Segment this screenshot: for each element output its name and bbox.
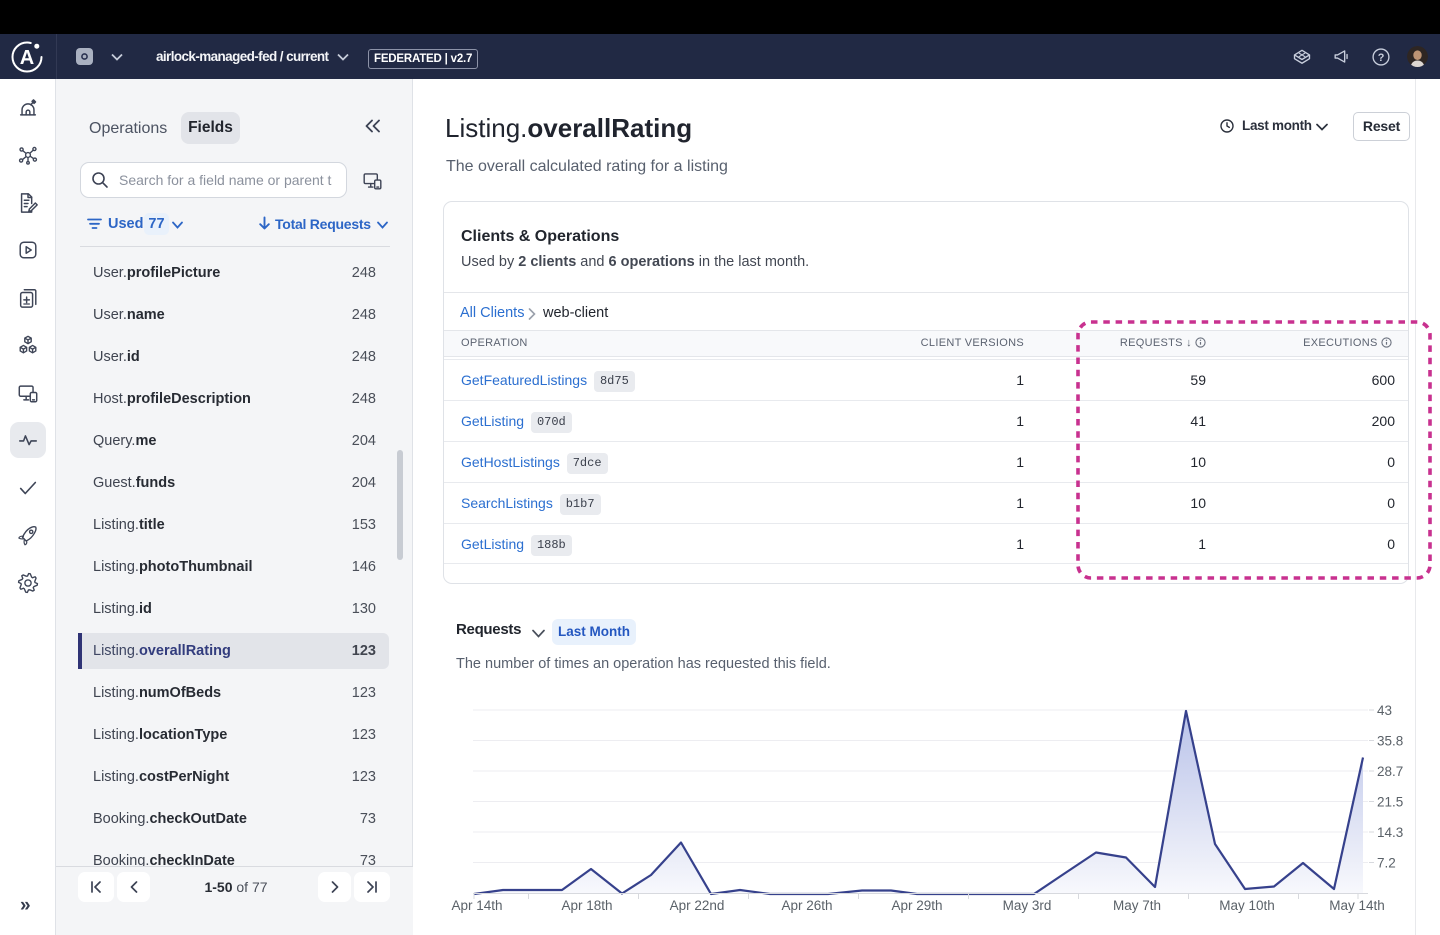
svg-text:28.7: 28.7 <box>1377 764 1403 779</box>
svg-text:May 7th: May 7th <box>1113 898 1161 913</box>
svg-text:Apr 22nd: Apr 22nd <box>670 898 725 913</box>
svg-text:43: 43 <box>1377 703 1392 718</box>
svg-text:Apr 26th: Apr 26th <box>781 898 832 913</box>
svg-text:Apr 18th: Apr 18th <box>561 898 612 913</box>
svg-text:?: ? <box>1378 51 1385 63</box>
svg-text:7.2: 7.2 <box>1377 856 1396 871</box>
svg-text:May 3rd: May 3rd <box>1003 898 1052 913</box>
svg-text:Apr 29th: Apr 29th <box>891 898 942 913</box>
svg-text:A: A <box>20 47 34 69</box>
svg-text:May 10th: May 10th <box>1219 898 1275 913</box>
svg-text:14.3: 14.3 <box>1377 825 1403 840</box>
svg-text:21.5: 21.5 <box>1377 795 1403 810</box>
svg-text:35.8: 35.8 <box>1377 734 1403 749</box>
svg-text:Apr 14th: Apr 14th <box>451 898 502 913</box>
svg-text:May 14th: May 14th <box>1329 898 1385 913</box>
